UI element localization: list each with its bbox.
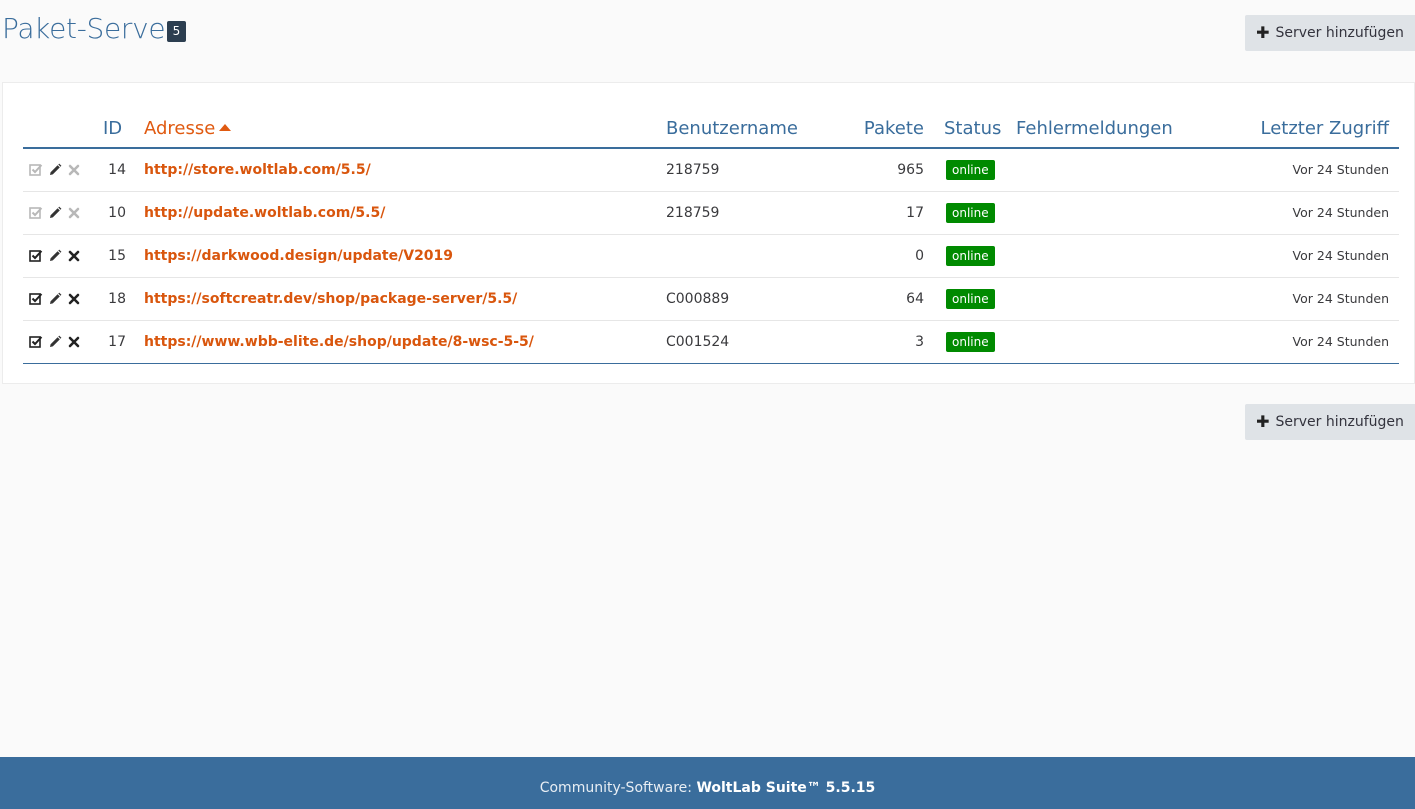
row-packages: 965 [816,148,934,192]
package-server-table-section: ID Adresse Benutzername Pakete Status Fe… [2,82,1415,384]
row-id: 15 [103,234,144,278]
table-row: 17 https://www.wbb-elite.de/shop/update/… [23,320,1399,364]
add-server-label: Server hinzufügen [1275,25,1404,41]
delete-times-icon[interactable] [67,292,81,306]
column-username[interactable]: Benutzername [666,103,816,149]
row-last-access: Vor 24 Stunden [1226,191,1399,235]
add-server-button-top[interactable]: ✚ Server hinzufügen [1245,15,1415,51]
row-errors [1006,148,1226,192]
row-status: online [934,234,1006,278]
page-footer: Community-Software: WoltLab Suite™ 5.5.1… [0,757,1415,809]
column-id[interactable]: ID [103,103,144,149]
delete-times-icon[interactable] [67,249,81,263]
row-username: C000889 [666,277,816,321]
row-username: C001524 [666,320,816,364]
row-actions [23,320,103,364]
sort-ascending-icon [219,123,232,131]
toggle-check-icon[interactable] [29,249,43,263]
row-username: 218759 [666,148,816,192]
status-badge: online [946,288,995,309]
row-actions [23,148,103,192]
toggle-check-icon[interactable] [29,335,43,349]
row-status: online [934,277,1006,321]
column-packages[interactable]: Pakete [816,103,934,149]
plus-icon: ✚ [1256,412,1270,431]
row-packages: 17 [816,191,934,235]
row-last-access: Vor 24 Stunden [1226,148,1399,192]
row-status: online [934,191,1006,235]
row-username: 218759 [666,191,816,235]
row-id: 10 [103,191,144,235]
footer-prefix: Community-Software: [539,780,697,796]
server-address-link[interactable]: https://darkwood.design/update/V2019 [144,248,453,264]
server-address-link[interactable]: https://www.wbb-elite.de/shop/update/8-w… [144,334,534,350]
add-server-label: Server hinzufügen [1275,414,1404,430]
row-last-access: Vor 24 Stunden [1226,234,1399,278]
table-row: 15 https://darkwood.design/update/V2019 … [23,234,1399,278]
row-packages: 0 [816,234,934,278]
row-id: 18 [103,277,144,321]
table-header-row: ID Adresse Benutzername Pakete Status Fe… [23,103,1399,149]
status-badge: online [946,331,995,352]
edit-pencil-icon[interactable] [48,163,62,177]
row-packages: 64 [816,277,934,321]
add-server-button-bottom[interactable]: ✚ Server hinzufügen [1245,404,1415,440]
column-last-access[interactable]: Letzter Zugriff [1226,103,1399,149]
count-badge: 5 [167,21,186,42]
plus-icon: ✚ [1256,23,1270,42]
table-row: 14 http://store.woltlab.com/5.5/ 218759 … [23,148,1399,192]
server-address-link[interactable]: http://update.woltlab.com/5.5/ [144,205,385,221]
status-badge: online [946,202,995,223]
page: Paket-Server 5 ✚ Server hinzufügen ID Ad… [0,0,1415,809]
edit-pencil-icon[interactable] [48,335,62,349]
page-title: Paket-Server [2,12,177,45]
package-server-table: ID Adresse Benutzername Pakete Status Fe… [23,103,1399,364]
column-errors: Fehlermeldungen [1006,103,1226,149]
row-address: https://darkwood.design/update/V2019 [144,234,666,278]
row-address: http://update.woltlab.com/5.5/ [144,191,666,235]
row-actions [23,234,103,278]
row-username [666,234,816,278]
footer-product-link[interactable]: WoltLab Suite™ 5.5.15 [696,780,875,796]
row-status: online [934,320,1006,364]
edit-pencil-icon[interactable] [48,206,62,220]
table-row: 18 https://softcreatr.dev/shop/package-s… [23,277,1399,321]
row-status: online [934,148,1006,192]
edit-pencil-icon[interactable] [48,249,62,263]
row-actions [23,191,103,235]
column-address[interactable]: Adresse [144,103,666,149]
column-actions [23,103,103,149]
row-address: https://softcreatr.dev/shop/package-serv… [144,277,666,321]
content-header: Paket-Server 5 ✚ Server hinzufügen [0,0,1415,70]
row-last-access: Vor 24 Stunden [1226,320,1399,364]
server-address-link[interactable]: https://softcreatr.dev/shop/package-serv… [144,291,517,307]
toggle-check-icon [29,206,43,220]
delete-times-icon [67,163,81,177]
row-address: http://store.woltlab.com/5.5/ [144,148,666,192]
delete-times-icon [67,206,81,220]
delete-times-icon[interactable] [67,335,81,349]
toggle-check-icon[interactable] [29,292,43,306]
server-address-link[interactable]: http://store.woltlab.com/5.5/ [144,162,371,178]
row-packages: 3 [816,320,934,364]
row-errors [1006,191,1226,235]
row-id: 14 [103,148,144,192]
table-row: 10 http://update.woltlab.com/5.5/ 218759… [23,191,1399,235]
status-badge: online [946,159,995,180]
row-errors [1006,234,1226,278]
row-errors [1006,320,1226,364]
column-status[interactable]: Status [934,103,1006,149]
row-actions [23,277,103,321]
row-id: 17 [103,320,144,364]
toggle-check-icon [29,163,43,177]
row-address: https://www.wbb-elite.de/shop/update/8-w… [144,320,666,364]
row-last-access: Vor 24 Stunden [1226,277,1399,321]
status-badge: online [946,245,995,266]
edit-pencil-icon[interactable] [48,292,62,306]
row-errors [1006,277,1226,321]
